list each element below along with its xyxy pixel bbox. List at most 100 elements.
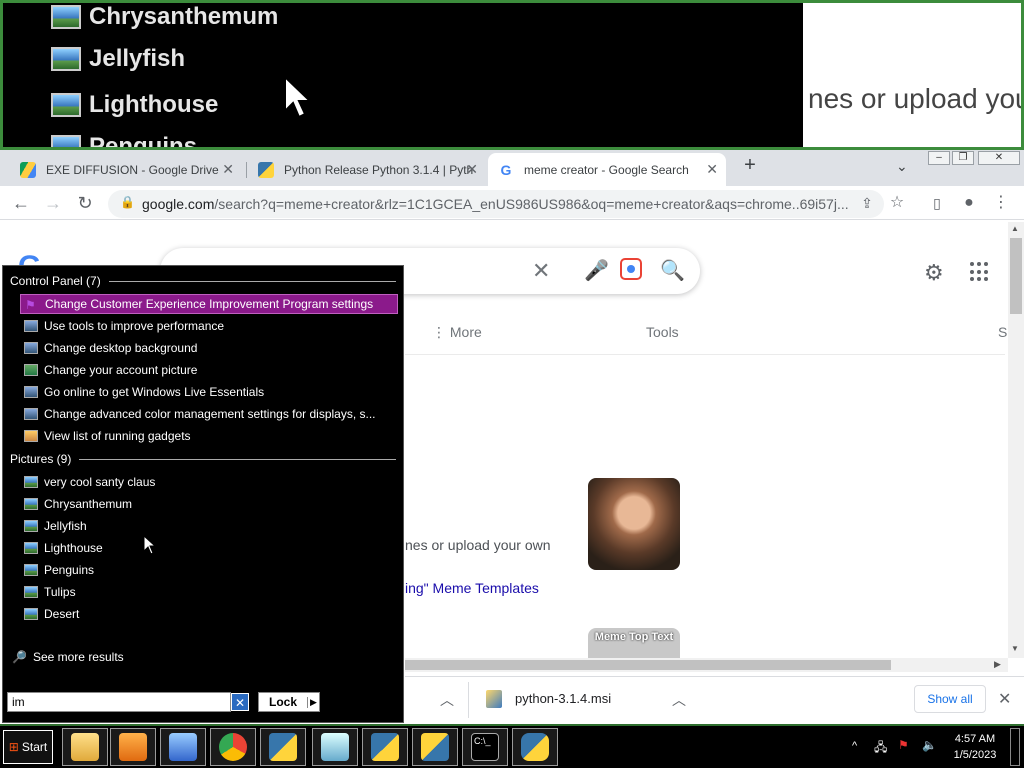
item-label: Jellyfish (44, 519, 87, 533)
restore-button[interactable]: ❐ (952, 151, 974, 165)
clear-search-icon[interactable]: ✕ (532, 258, 550, 284)
close-tab-icon[interactable]: ✕ (466, 161, 478, 178)
magnified-cursor-icon (284, 75, 313, 119)
color-management-icon (24, 408, 38, 420)
taskbar-python-installer-button[interactable] (260, 728, 306, 766)
mouse-cursor-icon (143, 535, 157, 555)
bookmark-star-icon[interactable]: ☆ (886, 192, 908, 214)
show-hidden-icons-chevron-icon[interactable]: ^ (852, 740, 857, 752)
taskbar-python-installer-button[interactable] (362, 728, 408, 766)
google-apps-icon[interactable] (970, 262, 990, 282)
picture-item[interactable]: Desert (20, 604, 398, 624)
search-icon[interactable]: 🔍 (660, 258, 685, 283)
settings-gear-icon[interactable]: ⚙ (924, 260, 944, 286)
action-center-flag-icon[interactable]: ⚑ (898, 738, 912, 752)
media-player-icon (119, 733, 147, 761)
show-desktop-button[interactable] (1010, 728, 1020, 766)
tab-title: Python Release Python 3.1.4 | Pyth (284, 162, 474, 177)
control-panel-item[interactable]: ⚑ Change Customer Experience Improvement … (20, 294, 398, 314)
tools-filter[interactable]: Tools (646, 324, 679, 340)
picture-item[interactable]: very cool santy claus (20, 472, 398, 492)
chevron-up-icon[interactable]: ︿ (440, 690, 454, 710)
start-label: Start (21, 740, 48, 754)
item-label: Tulips (44, 585, 76, 599)
more-filter[interactable]: ⋮ More (432, 324, 482, 341)
tab-python-release[interactable]: Python Release Python 3.1.4 | Pyth ✕ (248, 153, 486, 186)
control-panel-item[interactable]: Change your account picture (20, 360, 398, 380)
profile-avatar-icon[interactable]: ● (958, 192, 980, 214)
taskbar-explorer-button[interactable] (62, 728, 108, 766)
picture-item[interactable]: Tulips (20, 582, 398, 602)
taskbar-command-prompt-button[interactable]: C:\_ (462, 728, 508, 766)
scroll-right-arrow-icon[interactable]: ▶ (994, 659, 1001, 670)
result-snippet: nes or upload your own (405, 537, 551, 553)
close-downloads-bar-icon[interactable]: ✕ (998, 689, 1011, 709)
lock-icon[interactable]: 🔒 (120, 195, 135, 209)
forward-button[interactable]: → (42, 192, 64, 214)
back-button[interactable]: ← (10, 192, 32, 214)
safesearch-label[interactable]: S (998, 324, 1007, 340)
picture-item[interactable]: Lighthouse (20, 538, 398, 558)
control-panel-item[interactable]: Go online to get Windows Live Essentials (20, 382, 398, 402)
scroll-up-arrow-icon[interactable]: ▲ (1011, 224, 1019, 233)
pictures-heading: Pictures (9) (10, 452, 396, 466)
vertical-scroll-thumb[interactable] (1010, 238, 1022, 314)
address-url[interactable]: google.com/search?q=meme+creator&rlz=1C1… (142, 196, 854, 212)
folder-icon (71, 733, 99, 761)
meme-template-thumbnail[interactable]: Meme Top Text (588, 628, 680, 658)
system-clock[interactable]: 4:57 AM 1/5/2023 (948, 731, 1002, 763)
control-panel-item[interactable]: Change advanced color management setting… (20, 404, 398, 424)
taskbar-network-button[interactable] (160, 728, 206, 766)
chevron-up-icon[interactable]: ︿ (672, 690, 686, 710)
item-label: Desert (44, 607, 80, 621)
browser-menu-icon[interactable]: ⋮ (990, 192, 1012, 214)
installer-file-icon (486, 690, 502, 708)
scroll-down-arrow-icon[interactable]: ▼ (1011, 644, 1019, 653)
see-more-results-link[interactable]: 🔎 See more results (12, 650, 124, 664)
picture-item[interactable]: Penguins (20, 560, 398, 580)
clear-search-button[interactable]: ✕ (231, 693, 249, 711)
close-tab-icon[interactable]: ✕ (706, 161, 718, 178)
network-tray-icon[interactable]: 🖧 (874, 738, 888, 754)
reload-button[interactable]: ↻ (74, 192, 96, 214)
close-window-button[interactable]: ✕ (978, 151, 1020, 165)
tab-meme-creator[interactable]: G meme creator - Google Search ✕ (488, 153, 726, 186)
control-panel-item[interactable]: Change desktop background (20, 338, 398, 358)
item-label: Penguins (44, 563, 95, 577)
show-all-downloads-button[interactable]: Show all (914, 685, 986, 713)
taskbar-media-player-button[interactable] (110, 728, 156, 766)
control-panel-item[interactable]: Use tools to improve performance (20, 316, 398, 336)
taskbar-chrome-button[interactable] (210, 728, 256, 766)
start-button[interactable]: ⊞ Start (3, 730, 53, 764)
power-options-arrow-icon[interactable]: ▶ (307, 696, 319, 708)
close-tab-icon[interactable]: ✕ (222, 161, 234, 178)
microphone-icon[interactable]: 🎤 (584, 258, 609, 283)
picture-item[interactable]: Jellyfish (20, 516, 398, 536)
item-label: Change your account picture (44, 363, 198, 377)
taskbar-python-button[interactable] (512, 728, 558, 766)
item-label: View list of running gadgets (44, 429, 191, 443)
taskbar-python-file-button[interactable] (412, 728, 458, 766)
divider (405, 354, 1005, 355)
taskbar-notepad-button[interactable] (312, 728, 358, 766)
result-link[interactable]: ing" Meme Templates (405, 580, 539, 596)
download-file-name[interactable]: python-3.1.4.msi (515, 691, 611, 706)
lock-button[interactable]: Lock ▶ (258, 692, 320, 712)
google-lens-icon[interactable] (620, 258, 642, 280)
picture-icon (51, 135, 81, 147)
volume-icon[interactable]: 🔈 (922, 738, 937, 752)
control-panel-item[interactable]: View list of running gadgets (20, 426, 398, 446)
share-icon[interactable]: ⇪ (856, 192, 878, 214)
meme-thumbnail-image[interactable] (588, 478, 680, 570)
start-search-input[interactable] (7, 692, 231, 712)
side-panel-icon[interactable]: ▯ (926, 192, 948, 214)
new-tab-button[interactable]: + (738, 154, 762, 178)
minimize-button[interactable]: – (928, 151, 950, 165)
clock-date: 1/5/2023 (953, 749, 997, 761)
tab-search-chevron-icon[interactable]: ⌄ (896, 158, 908, 175)
horizontal-scroll-thumb[interactable] (405, 660, 891, 670)
tab-title: EXE DIFFUSION - Google Drive (46, 162, 219, 177)
tab-google-drive[interactable]: EXE DIFFUSION - Google Drive ✕ (10, 153, 242, 186)
picture-item[interactable]: Chrysanthemum (20, 494, 398, 514)
magnified-item: Jellyfish (51, 45, 185, 73)
